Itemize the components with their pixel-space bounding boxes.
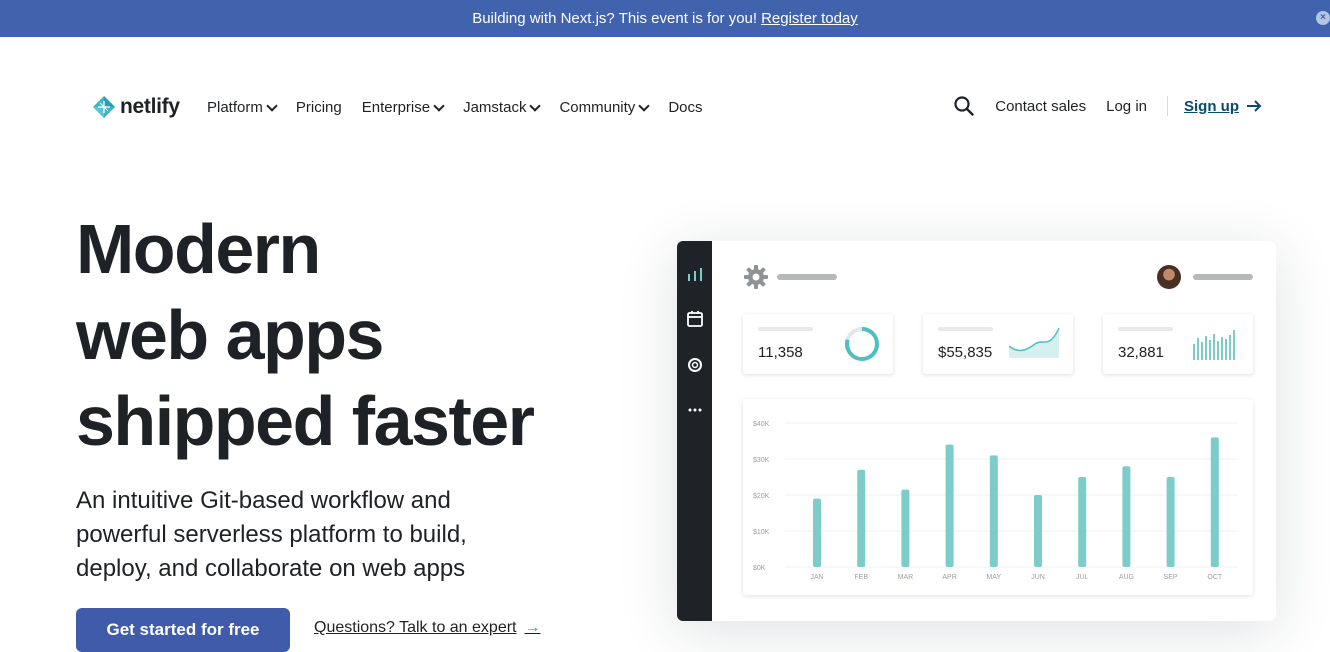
nav-docs[interactable]: Docs (668, 99, 702, 116)
main-menu: Platform Pricing Enterprise Jamstack Com… (207, 99, 703, 116)
nav-jamstack-label: Jamstack (463, 99, 527, 116)
hero-subtitle: An intuitive Git-based workflow and powe… (76, 487, 467, 582)
y-tick-label: $0K (753, 565, 766, 572)
chart-bar-apr (945, 444, 954, 567)
logo-text: netlify (120, 95, 180, 118)
stat-label-placeholder (1118, 327, 1173, 331)
stat-label-placeholder (938, 327, 993, 331)
bar-chart-icon (688, 268, 702, 281)
nav-docs-label: Docs (668, 99, 703, 116)
chevron-down-icon (529, 99, 542, 112)
nav-platform-label: Platform (207, 99, 263, 116)
stat-card-revenue: $55,835 (923, 314, 1073, 374)
contact-sales-link[interactable]: Contact sales (995, 98, 1086, 115)
chart-bar-may (989, 455, 998, 567)
chevron-down-icon (638, 99, 650, 112)
lifebuoy-icon (688, 358, 702, 372)
x-tick-label: JAN (810, 574, 823, 581)
x-tick-label: AUG (1119, 574, 1134, 581)
nav-enterprise[interactable]: Enterprise (361, 99, 445, 116)
hero-title-line-2: web apps (76, 296, 384, 374)
mini-bars-icon (1193, 330, 1235, 360)
avatar (1157, 265, 1181, 289)
dashboard-illustration: 11,358 $55,835 32,881 $0K $10K $20K $30K $40… (677, 241, 1276, 621)
more-dots-icon (688, 408, 702, 412)
x-tick-label: APR (942, 574, 956, 581)
search-icon[interactable] (953, 95, 975, 117)
netlify-logo[interactable]: netlify (92, 95, 180, 119)
stat-card-users: 32,881 (1103, 314, 1253, 374)
hero-title-line-1: Modern (76, 210, 321, 288)
y-tick-label: $30K (753, 457, 770, 464)
gear-icon (744, 265, 768, 289)
stat-label-placeholder (758, 327, 813, 331)
x-tick-label: MAY (986, 574, 1001, 581)
stat-card-visits: 11,358 (743, 314, 893, 374)
x-tick-label: SEP (1164, 574, 1178, 581)
chart-bar-sep (1166, 477, 1175, 567)
banner-text: Building with Next.js? This event is for… (472, 10, 758, 27)
chart-bar-oct (1210, 437, 1219, 567)
title-placeholder (777, 274, 837, 280)
x-tick-label: JUN (1031, 574, 1045, 581)
dashboard-sidebar (677, 241, 712, 621)
nav-pricing-label: Pricing (295, 99, 342, 116)
x-tick-label: JUL (1076, 574, 1089, 581)
stat-value: 11,358 (758, 344, 803, 361)
arrow-right-icon (1247, 100, 1262, 112)
revenue-bar-chart: $0K $10K $20K $30K $40K JAN FEB MAR APR MAY JUN JUL… (743, 399, 1253, 595)
stat-value: $55,835 (938, 344, 993, 361)
nav-jamstack[interactable]: Jamstack (463, 99, 542, 116)
y-tick-label: $40K (753, 421, 770, 428)
nav-platform[interactable]: Platform (207, 99, 278, 116)
get-started-button[interactable]: Get started for free (76, 608, 290, 652)
talk-to-expert-link[interactable]: Questions? Talk to an expert → (314, 619, 541, 637)
donut-chart-icon (845, 327, 879, 361)
log-in-link[interactable]: Log in (1106, 98, 1147, 115)
nav-community-label: Community (559, 99, 636, 116)
chart-bar-aug (1122, 466, 1131, 567)
netlify-logo-icon (93, 96, 115, 118)
x-tick-label: OCT (1207, 574, 1223, 581)
user-name-placeholder (1193, 274, 1253, 280)
nav-pricing[interactable]: Pricing (296, 99, 342, 116)
arrow-right-icon: → (524, 619, 541, 636)
nav-actions: Contact sales Log in Sign up (953, 95, 1262, 117)
x-tick-label: MAR (898, 574, 914, 581)
stat-value: 32,881 (1118, 344, 1164, 361)
chart-bar-feb (857, 469, 866, 567)
chart-bar-mar (901, 489, 910, 567)
hero-title: Modern web apps shipped faster (76, 206, 636, 464)
bar-chart-svg: $0K $10K $20K $30K $40K JAN FEB MAR APR MAY JUN JUL… (753, 421, 1238, 581)
chevron-down-icon (433, 99, 445, 112)
sign-up-link[interactable]: Sign up (1184, 98, 1262, 115)
hero-title-line-3: shipped faster (76, 382, 535, 460)
y-tick-label: $10K (753, 529, 770, 536)
calendar-icon (687, 311, 703, 327)
register-today-link[interactable]: Register today (761, 10, 858, 27)
nav-divider (1167, 96, 1168, 116)
y-tick-label: $20K (753, 493, 770, 500)
sign-up-label: Sign up (1184, 97, 1239, 115)
x-tick-label: FEB (854, 574, 868, 581)
chart-bar-jul (1078, 477, 1087, 567)
chevron-down-icon (266, 99, 278, 112)
close-icon[interactable]: × (1316, 11, 1330, 25)
top-navigation: netlify Platform Pricing Enterprise Jams… (0, 37, 1330, 181)
announcement-banner: Building with Next.js? This event is for… (0, 0, 1330, 37)
talk-to-expert-label: Questions? Talk to an expert (314, 619, 517, 636)
nav-enterprise-label: Enterprise (361, 99, 431, 116)
chart-bar-jan (813, 498, 821, 567)
area-chart-icon (1009, 327, 1060, 358)
chart-bar-jun (1034, 495, 1042, 567)
nav-community[interactable]: Community (559, 99, 650, 116)
